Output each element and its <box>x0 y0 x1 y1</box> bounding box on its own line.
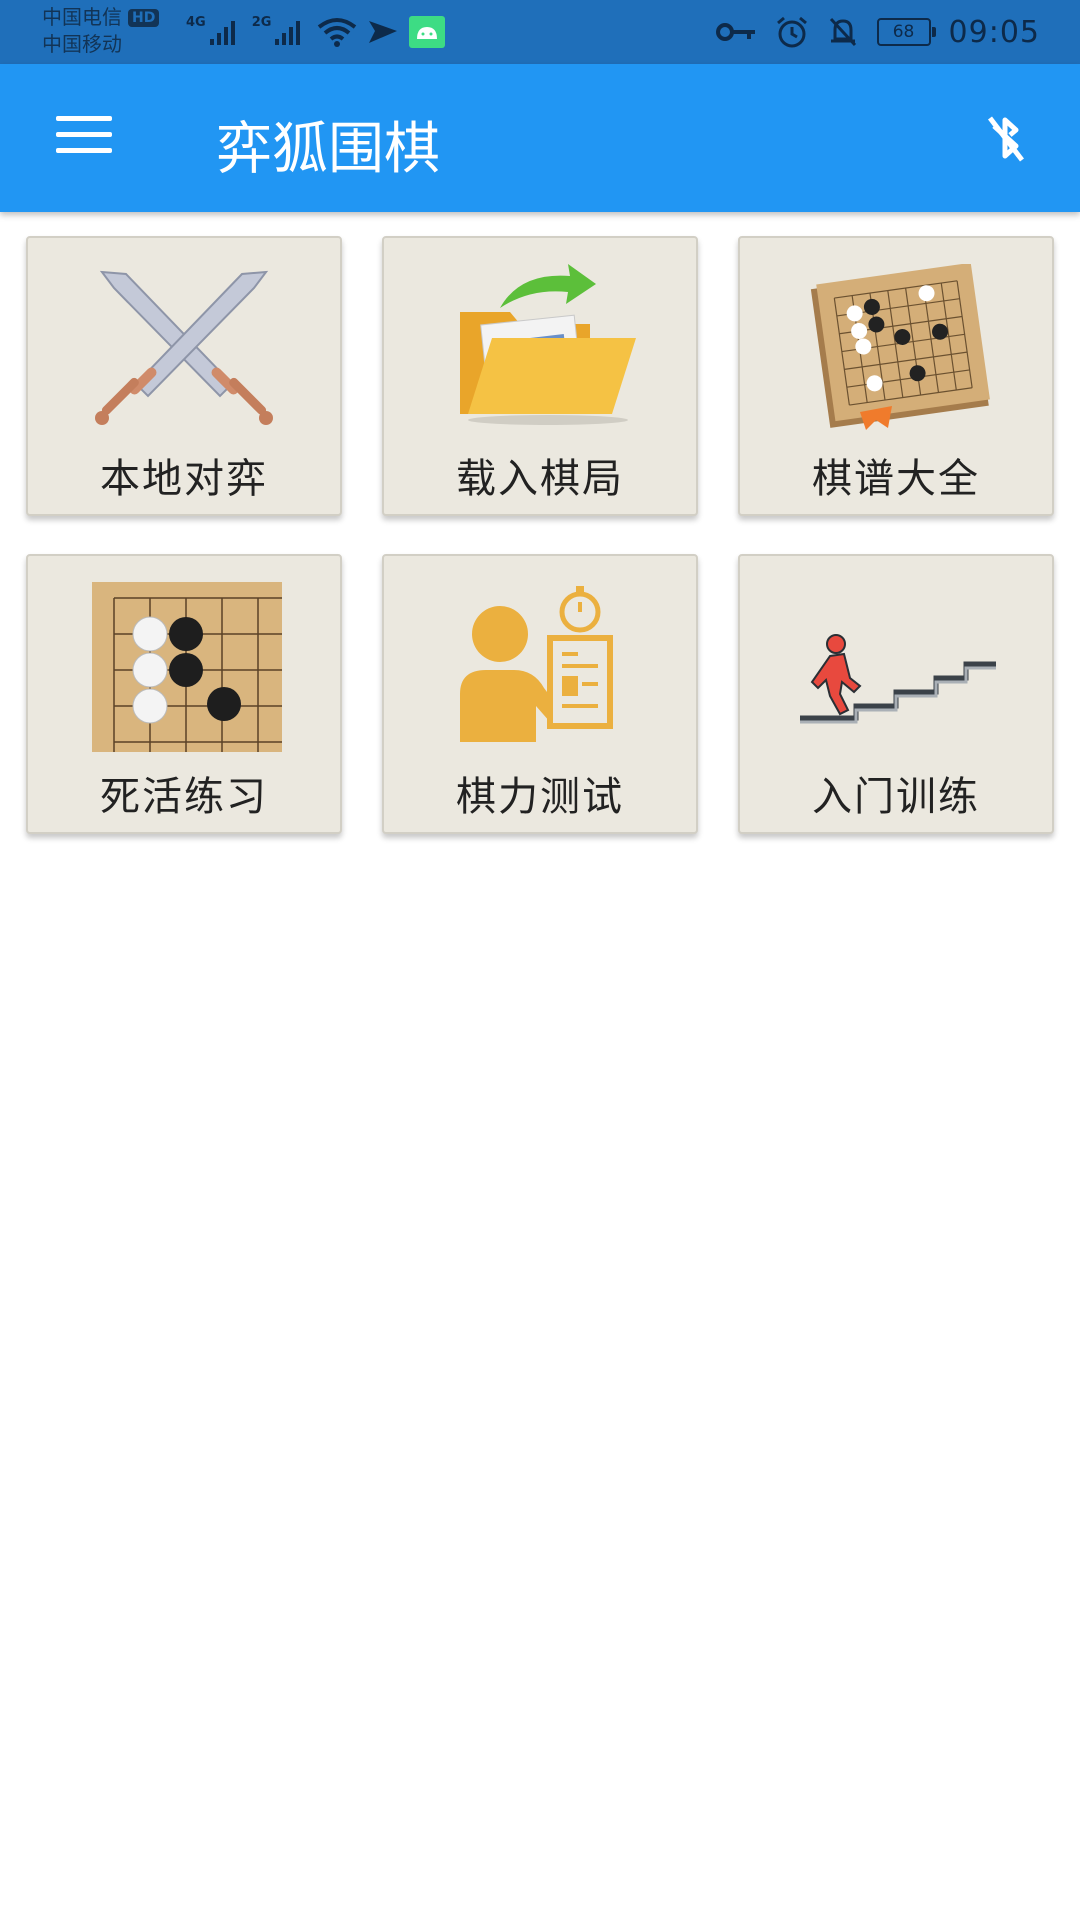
carrier-secondary: 中国移动 <box>42 32 122 56</box>
tile-strength-test[interactable]: 棋力测试 <box>382 554 698 834</box>
android-icon <box>409 16 446 48</box>
tile-life-death-practice[interactable]: 死活练习 <box>26 554 342 834</box>
network-type-1: 4G <box>186 14 206 30</box>
person-test-icon <box>460 586 613 742</box>
status-bar: 中国电信 HD 中国移动 4G 2G 68 09:05 <box>0 0 1080 64</box>
feature-grid: 本地对弈 载入棋局 棋谱大全 死活练习 棋力测试 入门训练 <box>26 236 1056 834</box>
stairs-climb-icon <box>800 634 996 724</box>
wifi-icon <box>318 18 357 47</box>
bell-off-icon <box>829 17 856 47</box>
status-icons-left: 4G 2G <box>186 12 446 52</box>
tile-label: 死活练习 <box>100 774 268 820</box>
tile-label: 棋力测试 <box>456 774 624 820</box>
signal-icon <box>275 21 301 45</box>
battery-icon: 68 <box>876 18 936 46</box>
carrier-info: 中国电信 HD 中国移动 <box>42 4 160 58</box>
app-title: 弈狐围棋 <box>216 117 440 182</box>
tile-beginner-training[interactable]: 入门训练 <box>738 554 1054 834</box>
crossed-swords-icon <box>95 270 273 425</box>
tile-label: 棋谱大全 <box>812 456 980 502</box>
folder-load-icon <box>460 264 636 425</box>
network-type-2: 2G <box>251 14 272 30</box>
tile-label: 入门训练 <box>812 774 980 820</box>
tile-game-records[interactable]: 棋谱大全 <box>738 236 1054 516</box>
app-bar: 弈狐围棋 <box>0 64 1080 212</box>
carrier-primary: 中国电信 <box>42 5 122 29</box>
bluetooth-off-icon[interactable] <box>976 108 1036 168</box>
tile-local-play[interactable]: 本地对弈 <box>26 236 342 516</box>
go-book-icon <box>810 264 990 430</box>
signal-icon <box>209 21 235 45</box>
tile-label: 本地对弈 <box>100 456 268 502</box>
key-icon <box>715 23 755 41</box>
status-icons-right: 68 09:05 <box>715 10 1040 54</box>
hamburger-menu-icon[interactable] <box>56 116 112 160</box>
go-stones-icon <box>92 582 282 752</box>
send-icon <box>369 21 398 43</box>
alarm-icon <box>776 16 807 48</box>
tile-label: 载入棋局 <box>456 456 624 502</box>
clock: 09:05 <box>948 14 1040 50</box>
tile-load-game[interactable]: 载入棋局 <box>382 236 698 516</box>
hd-badge: HD <box>128 9 160 27</box>
